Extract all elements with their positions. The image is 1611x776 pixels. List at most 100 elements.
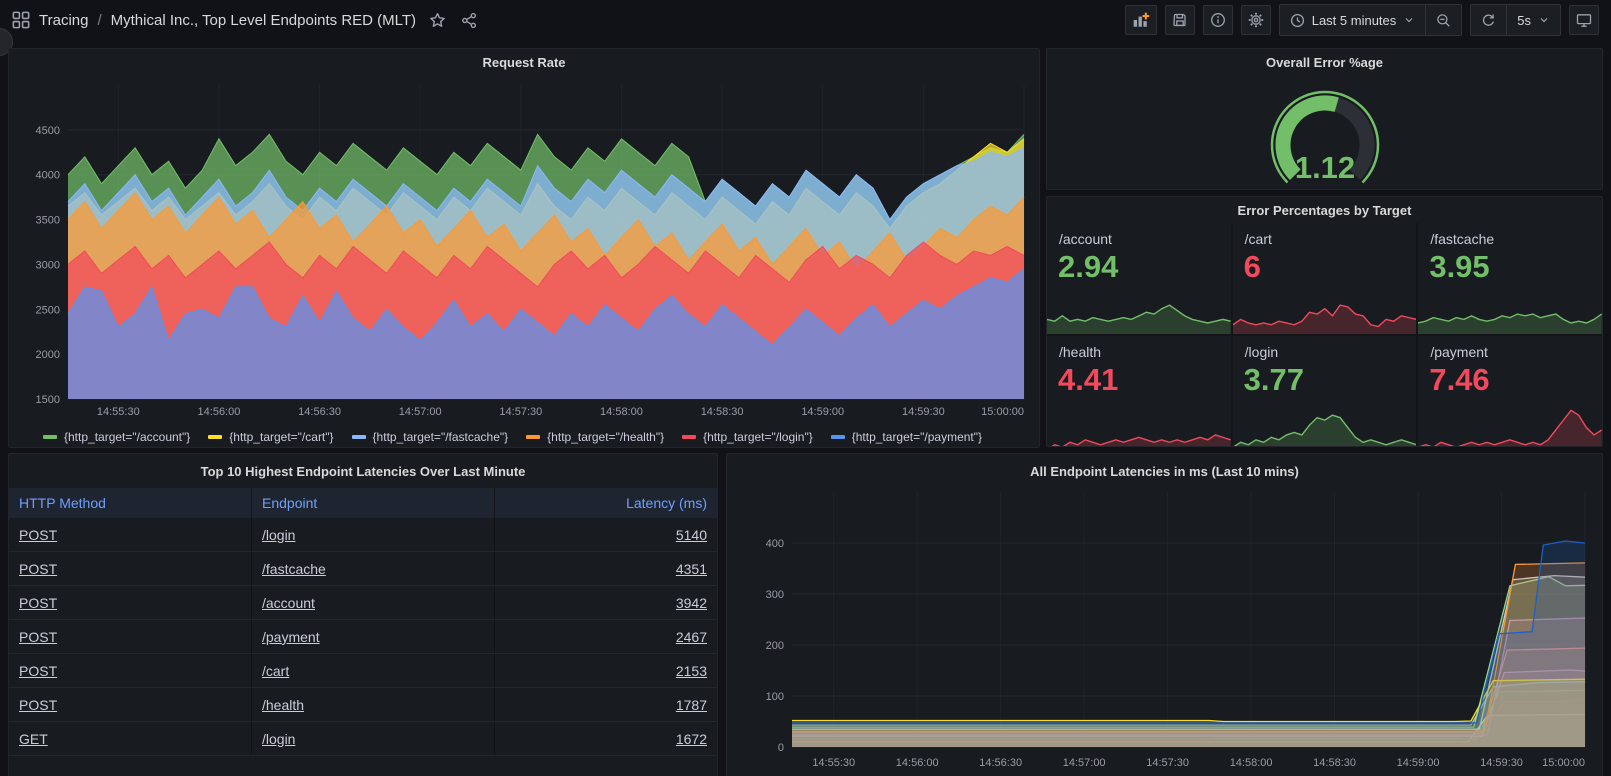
table-cell-link[interactable]: 5140: [676, 527, 707, 543]
table-cell-link[interactable]: POST: [19, 595, 57, 611]
legend-swatch: [352, 435, 366, 439]
x-axis-tick: 14:59:30: [902, 406, 945, 418]
dashboard-settings-button[interactable]: [1241, 5, 1271, 35]
y-axis-tick: 1500: [36, 394, 60, 406]
endpoint-latency-chart[interactable]: 14:55:3014:56:0014:56:3014:57:0014:57:30…: [734, 488, 1595, 776]
table-cell-link[interactable]: /account: [262, 595, 315, 611]
x-axis-tick: 14:57:30: [1146, 757, 1189, 769]
panel-title[interactable]: Error Percentages by Target: [1047, 197, 1602, 223]
panel-title[interactable]: Request Rate: [9, 49, 1039, 75]
stat-label: /login: [1245, 344, 1278, 360]
table-cell-link[interactable]: /cart: [262, 663, 289, 679]
table-cell: 1672: [495, 722, 717, 755]
refresh-interval-picker[interactable]: 5s: [1506, 5, 1560, 35]
kiosk-mode-button[interactable]: [1569, 5, 1599, 35]
table-cell-link[interactable]: POST: [19, 527, 57, 543]
table-cell: 2153: [495, 654, 717, 687]
legend-swatch: [831, 435, 845, 439]
stat-value: 6: [1244, 249, 1261, 285]
table-header-http-method[interactable]: HTTP Method: [9, 488, 252, 518]
table-cell-link[interactable]: /payment: [262, 629, 320, 645]
table-cell-link[interactable]: /fastcache: [262, 561, 326, 577]
table-cell-link[interactable]: POST: [19, 561, 57, 577]
chevron-down-icon: [1403, 14, 1415, 26]
y-axis-tick: 2000: [36, 349, 60, 361]
panel-title[interactable]: Top 10 Highest Endpoint Latencies Over L…: [9, 454, 717, 488]
x-axis-tick: 14:56:30: [298, 406, 341, 418]
table-cell-link[interactable]: 1672: [676, 731, 707, 747]
request-rate-chart[interactable]: 14:55:3014:56:0014:56:3014:57:0014:57:30…: [14, 75, 1034, 427]
legend-item[interactable]: {http_target="/payment"}: [831, 430, 982, 444]
series-line: [792, 679, 1585, 721]
top-navigation-bar: Tracing / Mythical Inc., Top Level Endpo…: [0, 0, 1611, 40]
x-axis-tick: 14:55:30: [812, 757, 855, 769]
breadcrumb-dashboard-title[interactable]: Mythical Inc., Top Level Endpoints RED (…: [111, 12, 416, 29]
panel-title[interactable]: All Endpoint Latencies in ms (Last 10 mi…: [727, 454, 1602, 488]
save-dashboard-button[interactable]: [1165, 5, 1195, 35]
table-cell: /health: [252, 688, 495, 721]
table-cell-link[interactable]: /health: [262, 697, 304, 713]
plus-accent: [1142, 13, 1149, 20]
table-cell: /login: [252, 722, 495, 755]
table-row: GET/login 1672: [9, 722, 717, 756]
y-axis-tick: 300: [766, 589, 784, 601]
star-icon[interactable]: [429, 12, 446, 29]
x-axis-tick: 15:00:00: [1542, 757, 1585, 769]
x-axis-tick: 14:58:30: [1313, 757, 1356, 769]
y-axis-tick: 3000: [36, 259, 60, 271]
legend-swatch: [526, 435, 540, 439]
time-range-picker[interactable]: Last 5 minutes: [1280, 5, 1426, 35]
legend-label: {http_target="/cart"}: [229, 430, 333, 444]
legend-item[interactable]: {http_target="/login"}: [682, 430, 813, 444]
stat-sparkline: [1418, 402, 1602, 446]
breadcrumb-app[interactable]: Tracing: [39, 12, 88, 29]
x-axis-tick: 14:56:00: [896, 757, 939, 769]
legend-item[interactable]: {http_target="/account"}: [43, 430, 190, 444]
table-header-latency-ms-[interactable]: Latency (ms): [495, 488, 717, 518]
series-line: [792, 576, 1585, 730]
request-rate-legend: {http_target="/account"} {http_target="/c…: [9, 427, 1039, 447]
apps-grid-icon[interactable]: [12, 11, 30, 29]
zoom-out-button[interactable]: [1425, 5, 1461, 35]
table-cell-link[interactable]: 1787: [676, 697, 707, 713]
table-cell: /payment: [252, 620, 495, 653]
x-axis-tick: 14:59:30: [1480, 757, 1523, 769]
legend-item[interactable]: {http_target="/health"}: [526, 430, 664, 444]
gear-icon: [1249, 13, 1263, 27]
table-row: POST/login 5140: [9, 518, 717, 552]
table-cell-link[interactable]: /login: [262, 731, 295, 747]
stat-value: 7.46: [1429, 362, 1489, 398]
table-cell-link[interactable]: POST: [19, 663, 57, 679]
panel-title[interactable]: Overall Error %age: [1047, 49, 1602, 75]
table-cell-link[interactable]: 2153: [676, 663, 707, 679]
table-cell-link[interactable]: /login: [262, 527, 295, 543]
add-panel-button[interactable]: [1125, 5, 1157, 35]
table-cell: POST: [9, 688, 252, 721]
refresh-group: 5s: [1470, 4, 1561, 36]
legend-item[interactable]: {http_target="/fastcache"}: [352, 430, 509, 444]
table-cell: 3942: [495, 586, 717, 619]
panel-request-rate: Request Rate 14:55:3014:56:0014:56:3014:…: [8, 48, 1040, 448]
table-cell: /login: [252, 518, 495, 551]
table-cell: POST: [9, 552, 252, 585]
table-cell-link[interactable]: POST: [19, 697, 57, 713]
table-cell-link[interactable]: GET: [19, 731, 48, 747]
legend-item[interactable]: {http_target="/cart"}: [208, 430, 333, 444]
table-cell-link[interactable]: 2467: [676, 629, 707, 645]
clock-icon: [1290, 13, 1305, 28]
y-axis-tick: 0: [778, 742, 784, 754]
chevron-down-icon: [1538, 14, 1550, 26]
table-cell: POST: [9, 620, 252, 653]
table-cell-link[interactable]: 3942: [676, 595, 707, 611]
table-header-endpoint[interactable]: Endpoint: [252, 488, 495, 518]
refresh-button[interactable]: [1471, 5, 1506, 35]
table-cell-link[interactable]: 4351: [676, 561, 707, 577]
share-icon[interactable]: [461, 12, 478, 29]
stat-label: /cart: [1245, 231, 1272, 247]
dashboard-insights-button[interactable]: [1203, 5, 1233, 35]
x-axis-tick: 14:59:00: [801, 406, 844, 418]
table-cell: POST: [9, 586, 252, 619]
stat-cell-account: /account2.94: [1047, 223, 1231, 334]
table-cell-link[interactable]: POST: [19, 629, 57, 645]
table-row: POST/health 1787: [9, 688, 717, 722]
